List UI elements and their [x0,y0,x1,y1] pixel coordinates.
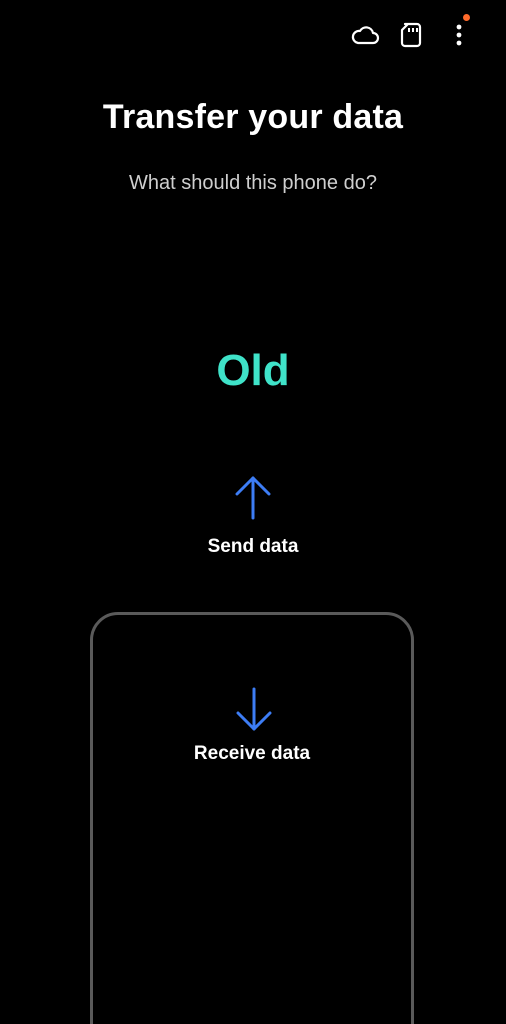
receive-data-label: Receive data [193,743,311,764]
notification-dot [463,14,470,21]
sd-card-icon[interactable] [394,18,428,52]
cloud-icon[interactable] [348,18,382,52]
page-title: Transfer your data [102,98,404,136]
top-bar [348,14,488,52]
page-subtitle: What should this phone do? [129,172,377,194]
screen: Transfer your data What should this phon… [0,0,506,1024]
arrow-up-icon [235,476,271,520]
arrow-down-icon [236,687,272,731]
phone-role-label: Old [216,346,290,395]
send-data-button[interactable]: Send data [153,470,353,570]
receive-data-button[interactable]: Receive data [90,612,414,1024]
more-options-icon[interactable] [442,14,476,52]
send-data-label: Send data [207,536,299,557]
